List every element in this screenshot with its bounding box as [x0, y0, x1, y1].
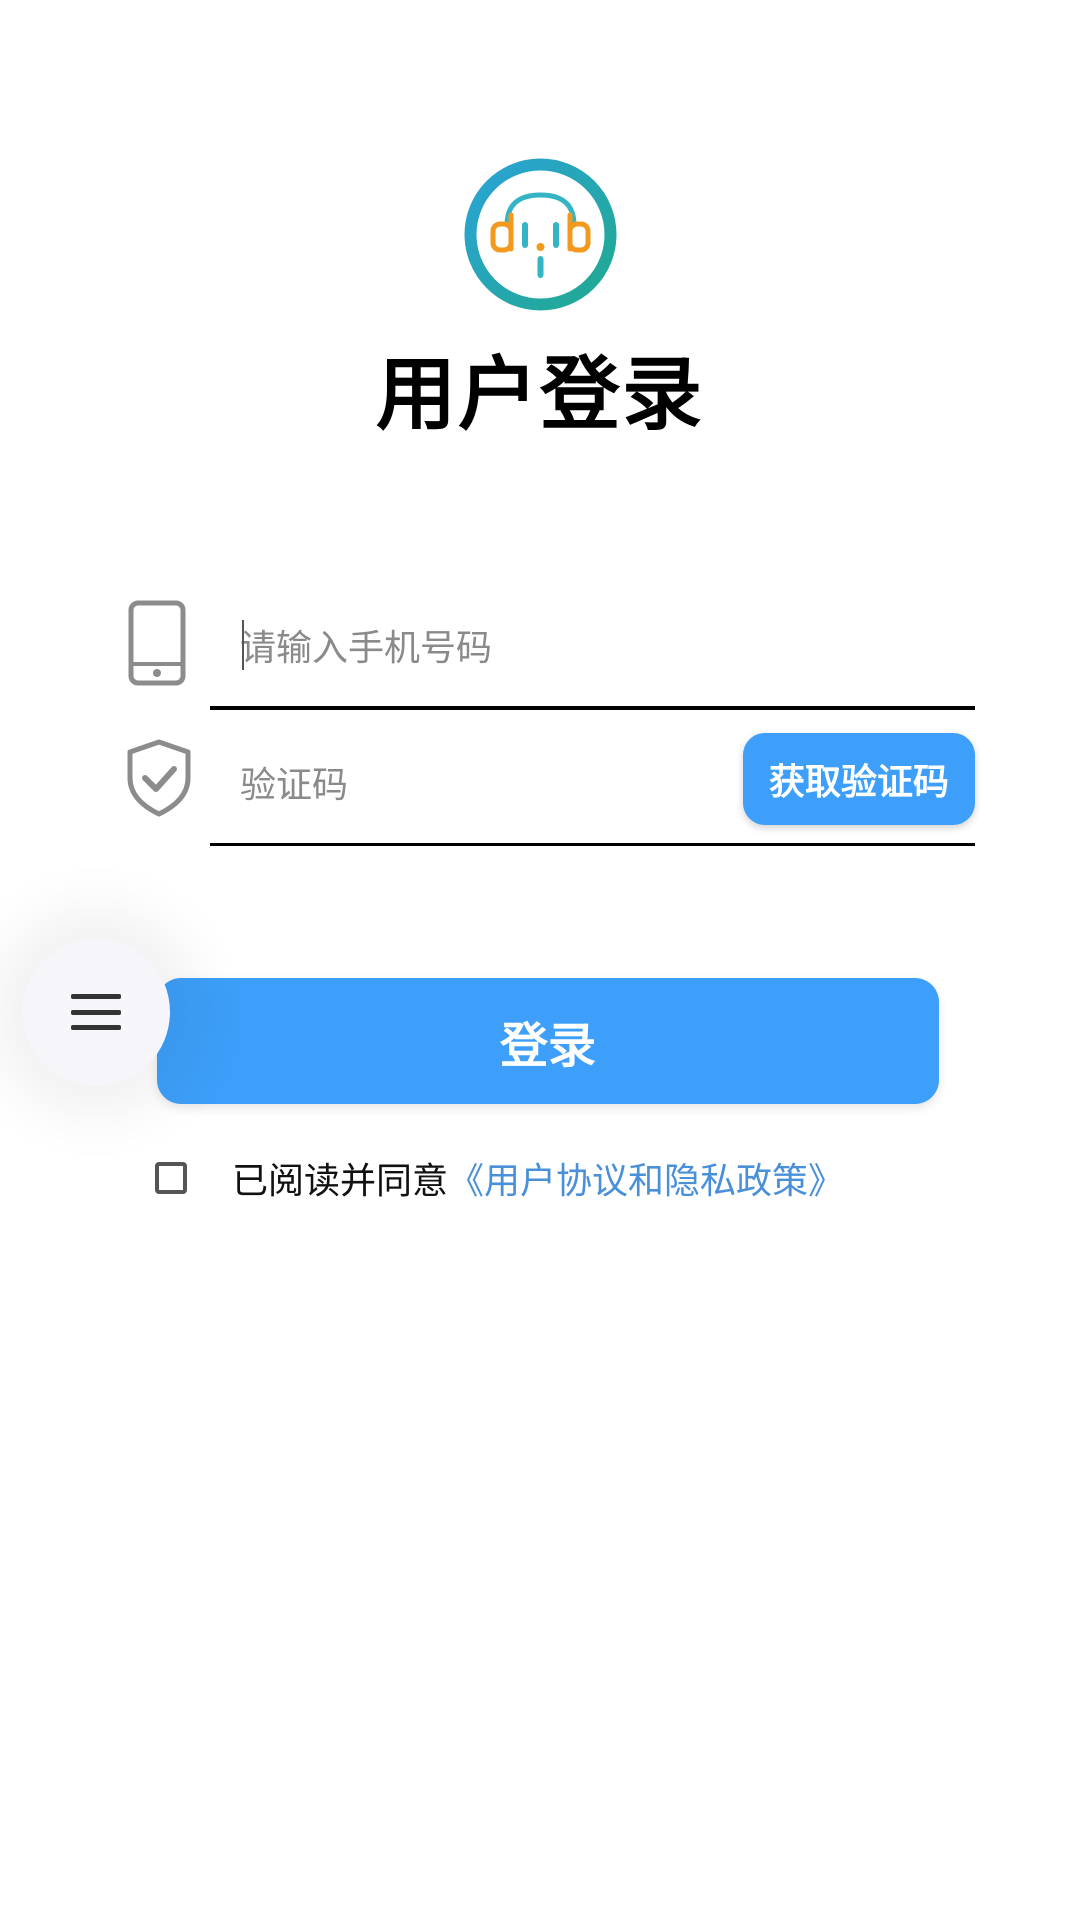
page-title: 用户登录: [376, 348, 704, 441]
floating-menu-button[interactable]: [22, 938, 170, 1086]
agreement-row: 已阅读并同意 《用户协议和隐私政策》: [155, 1152, 844, 1204]
login-button[interactable]: 登录: [157, 978, 939, 1104]
agreement-checkbox[interactable]: [155, 1162, 187, 1194]
menu-icon: [71, 994, 121, 1030]
get-code-button[interactable]: 获取验证码: [743, 733, 975, 825]
phone-input[interactable]: [240, 590, 940, 706]
app-logo-icon: [463, 157, 618, 312]
agreement-text: 已阅读并同意: [232, 1161, 449, 1202]
code-input[interactable]: [240, 728, 720, 843]
text-cursor: [242, 620, 244, 670]
code-field: 获取验证码: [210, 728, 975, 846]
agreement-link[interactable]: 《用户协议和隐私政策》: [448, 1152, 844, 1204]
smartphone-icon: [128, 600, 186, 686]
shield-check-icon: [124, 738, 194, 818]
phone-field: [210, 590, 975, 710]
login-page: 用户登录 获取验证码 登录 已阅读并同意 《用户协议和隐私政策》: [0, 0, 1080, 1920]
